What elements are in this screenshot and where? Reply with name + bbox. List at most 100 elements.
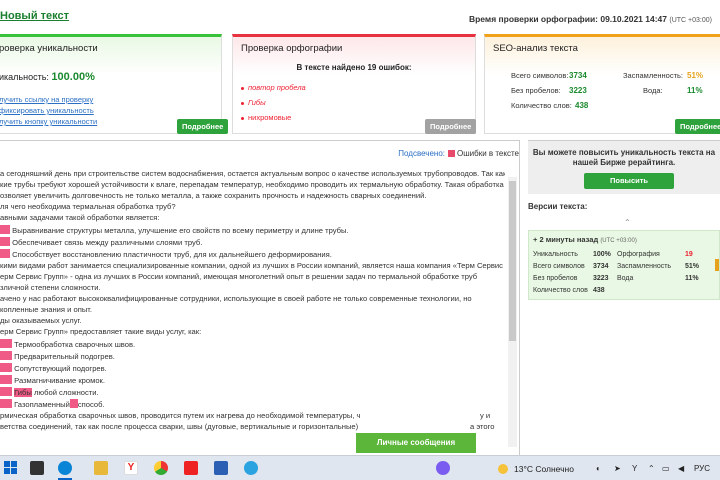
seo-value: 11% [687,86,703,95]
seo-label: Заспамленность: [623,71,684,80]
error-swatch-icon [448,150,455,157]
error-highlight[interactable] [0,351,12,360]
alice-assistant-icon[interactable] [436,461,450,475]
chrome-icon[interactable] [154,461,168,475]
new-text-link[interactable]: Новый текст [0,10,69,22]
text-line-item: Сопутствующий подогрев. [0,363,107,373]
error-highlight[interactable] [69,399,78,408]
version-time: 2 минуты назад [539,235,599,244]
error-highlight[interactable] [0,375,12,384]
get-uniqueness-button-link[interactable]: лучить кнопку уникальности [0,117,97,126]
seo-row-spam: Заспамленность: 51% [623,71,703,80]
error-highlight[interactable] [0,399,12,408]
task-view-icon[interactable] [30,461,44,475]
text-line-item: Газопламенный способ. [0,399,105,409]
error-highlight[interactable] [0,363,12,372]
seo-row-water: Вода: 11% [643,86,703,95]
check-time: Время проверки орфографии: 09.10.2021 14… [469,14,712,24]
checked-text[interactable]: а сегодняшний день при строительстве сис… [0,169,505,456]
text-line: ерм Сервис Групп» - одна из лучших в Рос… [0,272,478,281]
chevron-up-tray-icon[interactable]: ⌃ [648,464,655,473]
text-line: Размагничивание кромок. [14,376,105,385]
raise-uniqueness-button[interactable]: Повысить уникальность [584,173,674,201]
text-line-item: Выравнивание структуры металла, улучшени… [0,225,349,235]
yandex-tray-icon[interactable]: Y [632,464,637,473]
bullet-icon [241,101,244,105]
error-item[interactable]: повтор пробела [241,83,306,92]
seo-label: Вода: [643,86,663,95]
error-highlight[interactable] [0,249,10,258]
word-icon[interactable] [214,461,228,475]
fix-uniqueness-link[interactable]: фиксировать уникальность [0,106,94,115]
seo-label: Всего символов: [511,71,569,80]
version-label: Уникальность [533,251,578,258]
spelling-title: Проверка орфографии [241,43,343,54]
seo-more-button[interactable]: Подробнее [675,119,720,134]
scroll-thumb[interactable] [509,181,516,341]
plus-icon: + [533,235,538,244]
error-highlight[interactable] [0,387,12,396]
network-icon[interactable]: ▭ [662,464,670,473]
version-head: + 2 минуты назад (UTC +03:00) [533,235,637,244]
text-scrollbar[interactable] [508,177,517,447]
error-highlight[interactable] [0,339,12,348]
seo-label: Количество слов: [511,101,572,110]
language-indicator[interactable]: РУС [694,464,710,473]
weather-widget[interactable]: 13°C Солнечно [514,464,574,474]
seo-row-nospaces: Без пробелов: 3223 [511,86,587,95]
windows-start-icon[interactable] [4,461,18,475]
text-line: ветства соединений, так как после процес… [0,422,359,431]
uniqueness-value: 100.00% [51,71,95,83]
file-explorer-icon[interactable] [94,461,108,475]
spelling-found: В тексте найдено 19 ошибок: [296,63,412,72]
sun-icon [498,464,508,474]
version-value: 19 [685,251,693,258]
text-line: любой сложности. [34,388,99,397]
version-item[interactable]: + 2 минуты назад (UTC +03:00) Уникальнос… [528,230,720,300]
text-line-tail: а этого [470,422,495,431]
uniqueness-more-button[interactable]: Подробнее [177,119,229,134]
error-highlight[interactable] [0,237,10,246]
edge-browser-icon[interactable] [58,461,72,475]
taskbar: Y 13°C Солнечно ◐ ➤ Y ⌃ ▭ ◀ РУС [0,455,720,480]
error-text: Гибы [248,98,266,107]
telegram-icon[interactable] [244,461,258,475]
version-value: 3223 [593,275,609,282]
version-label: Вода [617,275,634,282]
tray-icon[interactable]: ◐ [596,464,601,473]
telegram-tray-icon[interactable]: ➤ [614,464,621,473]
legend-label: Подсвечено: [398,149,445,158]
text-line: Сопутствующий подогрев. [14,364,107,373]
error-item[interactable]: Гибы [241,98,266,107]
uniqueness-line: икальность: 100.00% [0,71,95,83]
version-value: 438 [593,287,605,294]
volume-icon[interactable]: ◀ [678,464,684,473]
error-word[interactable]: Гибы [14,388,32,397]
error-highlight[interactable] [0,225,10,234]
version-label: Заспамленность [617,263,672,270]
text-line-item: Обеспечивает связь между различными слоя… [0,237,202,247]
version-label: Орфография [617,251,660,258]
top-bar: Новый текст Время проверки орфографии: 0… [0,0,720,32]
pdf-reader-icon[interactable] [184,461,198,475]
text-line: рмическая обработка сварочных швов, пров… [0,411,361,420]
version-label: Без пробелов [533,275,578,282]
error-item[interactable]: нихромовые [241,113,291,122]
chevron-up-icon[interactable]: ⌃ [624,218,631,227]
versions-title: Версии текста: [528,202,588,211]
promo-text: Вы можете повысить уникальность текста н… [532,148,716,167]
get-check-link[interactable]: лучить ссылку на проверку [0,95,93,104]
yandex-browser-icon[interactable]: Y [124,461,138,475]
legend-item[interactable]: Ошибки в тексте [457,149,519,158]
error-text: нихромовые [248,113,292,122]
spelling-more-button[interactable]: Подробнее [425,119,477,134]
seo-value: 3734 [569,71,587,80]
app-root: Новый текст Время проверки орфографии: 0… [0,0,720,480]
text-line: озволяет увеличить долговечность не толь… [0,191,427,200]
version-value: 100% [593,251,611,258]
check-time-value: Время проверки орфографии: 09.10.2021 14… [468,14,668,24]
seo-value: 51% [687,71,704,80]
private-messages-button[interactable]: Личные сообщения [356,433,476,453]
version-spam-bar [715,259,719,271]
text-line: авными задачами такой обработки является… [0,213,160,222]
